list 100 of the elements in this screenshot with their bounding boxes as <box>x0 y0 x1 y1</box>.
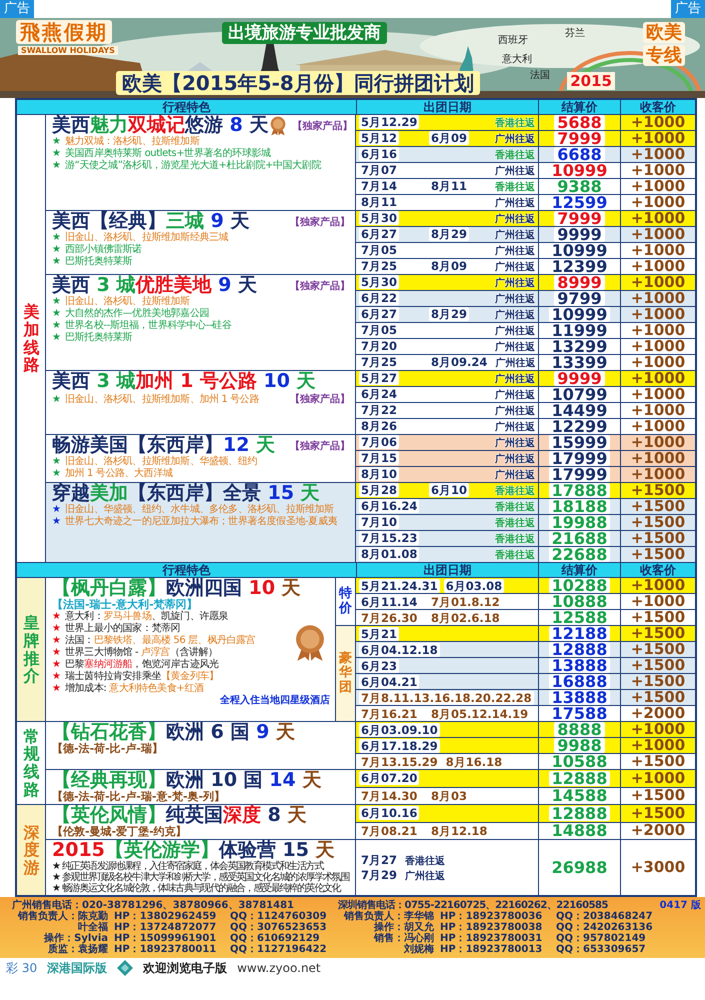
settlement-price: 7999 <box>554 211 605 226</box>
tour-title: 【经典再现】欧洲 10 国 14 天 <box>52 770 322 791</box>
exclusive-tag: 【独家产品】 <box>290 392 350 406</box>
settlement-price: 12888 <box>548 770 610 786</box>
bullet-label: ★ <box>52 232 62 244</box>
bullet-label: ★ <box>52 872 62 883</box>
contact-name: 销售：冯心刚 <box>372 933 434 944</box>
column-header: 收客价 <box>620 563 695 577</box>
departure-date: 5月12 <box>359 131 400 145</box>
departure-date: 8月26 <box>359 419 400 433</box>
route-label: 广州往返 <box>495 228 535 242</box>
route-subtitle: 【德-法-荷-比-卢-瑞-意-梵-奥-列】 <box>52 791 226 803</box>
settlement-price: 9988 <box>554 738 605 753</box>
departure-date: 7月16.21 <box>359 706 420 720</box>
settlement-price: 8888 <box>554 722 605 737</box>
route-label: 广州往返 <box>495 452 535 466</box>
route-label: 香港往返 <box>495 516 535 530</box>
bullet-label: ★ <box>52 160 62 172</box>
contact-qq: QQ：1124760309 <box>230 911 328 922</box>
brand-tagline: SWALLOW HOLIDAYS <box>18 46 118 55</box>
departure-date: 8月02.6.18 <box>429 610 502 624</box>
settlement-price: 9999 <box>554 227 605 242</box>
map-label: 法国 <box>530 68 550 82</box>
tour-title: 美西【经典】三城 9 天 <box>52 211 250 232</box>
departure-date: 7月13.15.29 <box>359 754 440 768</box>
bullet-text: 世界上最小的国家：梵蒂冈 <box>65 623 182 634</box>
departure-date: 7月05 <box>359 323 400 337</box>
contact-phone: HP：18923780038 <box>440 922 544 933</box>
departure-date: 7月10 <box>359 515 400 529</box>
route-label: 广州往返 <box>495 404 535 418</box>
route-label: 广州往返 <box>495 436 535 450</box>
tour-title: 美西 3 城加州 1 号公路 10 天 <box>52 371 316 392</box>
departure-date: 7月15 <box>359 451 400 465</box>
departure-date: 8月03 <box>429 788 470 803</box>
contact-qq: QQ：3076523653 <box>230 922 328 933</box>
bullet-text: 西部小镇佛雷斯诺 <box>65 244 143 256</box>
departure-date: 8月29 <box>429 227 470 241</box>
contact-qq: QQ：653309657 <box>556 944 647 955</box>
bullet-label: ★ <box>52 861 62 872</box>
settlement-price: 5688 <box>554 115 605 130</box>
route-label: 广州往返 <box>495 340 535 354</box>
bullet-text: 旧金山、洛杉矶、拉斯维加斯、加州 1 号公路 <box>65 394 260 406</box>
brand-name: 飛燕假期 <box>16 20 112 44</box>
bullet-label: ★ <box>52 332 62 344</box>
departure-date: 8月11 <box>359 195 400 209</box>
settlement-price: 12888 <box>548 806 610 821</box>
route-label: 广州往返 <box>495 212 535 226</box>
tour-title: 2015【英伦游学】体验营 15 天 <box>52 840 335 861</box>
bullet-label: ★ <box>52 308 62 320</box>
bullet-text: 巴黎塞纳河游船，饱览河岸古迹风光 <box>65 659 220 670</box>
departure-date: 6月24 <box>359 387 400 401</box>
route-label: 广州往返 <box>495 420 535 434</box>
contact-qq: QQ：2038468247 <box>556 911 654 922</box>
contact-qq: QQ：957802149 <box>556 933 647 944</box>
bullet-text: 纯正英语发源地课程，入住寄宿家庭，体会英国教育模式和生活方式 <box>62 861 324 872</box>
departure-date: 7月15.23 <box>359 531 420 545</box>
column-header: 收客价 <box>620 100 695 114</box>
column-header: 行程特色 <box>161 100 212 114</box>
contact-qq: QQ：610692129 <box>230 933 321 944</box>
contact-phone: HP：13802962459 <box>114 911 218 922</box>
ad-label: 广告 <box>0 0 34 18</box>
settlement-price: 12188 <box>548 626 610 641</box>
bullet-label: ★ <box>52 148 62 160</box>
map-label: 芬兰 <box>565 26 585 40</box>
bullet-label: ★ <box>52 504 62 516</box>
route-label: 广州往返 <box>495 468 535 482</box>
price-tier-label: 豪华团 <box>336 626 356 721</box>
tour-title: 畅游美国【东西岸】12 天 <box>52 435 276 456</box>
contact-phone: HP：18923780036 <box>440 911 544 922</box>
contact-phone: HP：18923780011 <box>114 944 218 955</box>
departure-date: 6月09 <box>429 131 470 145</box>
departure-date: 6月22 <box>359 291 400 305</box>
settlement-price: 10288 <box>548 578 610 593</box>
settlement-price: 13888 <box>548 658 610 673</box>
bullet-text: 增加成本: 意大利特色美食+红酒 <box>65 683 205 695</box>
departure-date: 7月14 <box>359 179 400 193</box>
route-label: 香港往返 <box>495 548 535 562</box>
departure-date: 5月21.24.31 <box>359 578 440 592</box>
departure-date: 5月28 <box>359 483 400 497</box>
route-badge-text: 专线 <box>643 45 685 66</box>
bullet-text: 游“天使之城”洛杉矶，游览星光大道+杜比剧院+中国大剧院 <box>65 160 322 172</box>
departure-date: 6月07.20 <box>359 771 420 786</box>
bullet-label: ★ <box>52 659 62 671</box>
settlement-price: 16888 <box>548 674 610 689</box>
departure-date: 8月09 <box>429 259 470 273</box>
bullet-label: ★ <box>52 394 62 406</box>
departure-date: 5月30 <box>359 275 400 289</box>
departure-date: 6月17.18.29 <box>359 738 440 752</box>
departure-date: 6月04.12.18 <box>359 642 440 656</box>
departure-date: 7月27 <box>359 852 400 866</box>
contact-name: 操作：胡又允 <box>372 922 434 933</box>
website-link[interactable]: www.zyoo.net <box>237 961 321 975</box>
map-label: 意大利 <box>502 52 532 66</box>
diamond-logo-icon <box>117 960 134 976</box>
departure-date: 6月27 <box>359 307 400 321</box>
route-label: 广州往返 <box>495 260 535 274</box>
settlement-price: 21688 <box>548 531 610 546</box>
route-badge-text: 欧美 <box>643 22 685 43</box>
settlement-price: 12888 <box>548 642 610 657</box>
settlement-price: 15999 <box>548 435 610 450</box>
